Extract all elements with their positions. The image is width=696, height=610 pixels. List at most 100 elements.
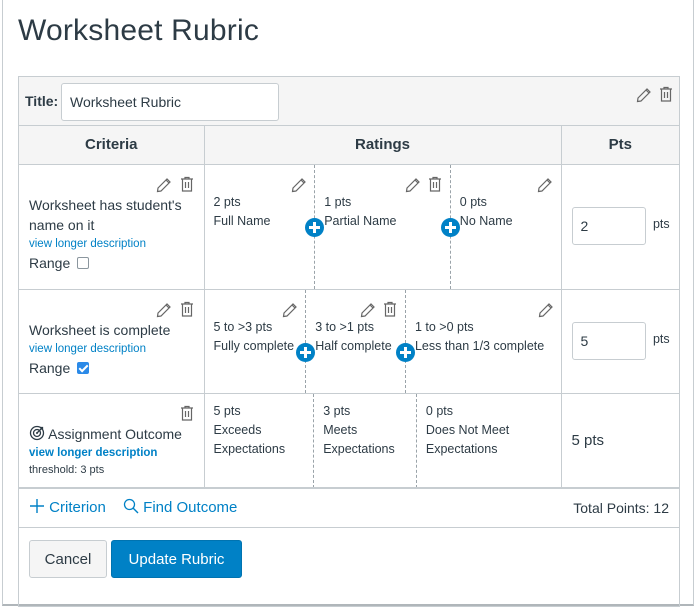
rubric-title-bar: Title: — [19, 77, 679, 126]
pencil-icon — [156, 177, 171, 192]
ratings-header: Ratings — [204, 126, 562, 165]
rating-points: 3 pts — [323, 403, 351, 418]
rating-points: 3 to >1 pts — [315, 319, 374, 334]
edit-rubric-button[interactable] — [635, 85, 653, 103]
edit-rating-button[interactable] — [537, 300, 555, 319]
view-longer-description-link[interactable]: view longer description — [29, 236, 196, 252]
rubric-editor: Title: Criteria Ratings Pts — [18, 76, 680, 528]
trash-icon — [383, 302, 396, 317]
outcome-row: Assignment Outcome view longer descripti… — [19, 393, 679, 489]
points-cell: pts — [561, 289, 679, 394]
view-longer-description-link[interactable]: view longer description — [29, 341, 196, 357]
add-criterion-label: Criterion — [49, 499, 106, 516]
delete-rubric-button[interactable] — [657, 85, 675, 103]
trash-icon — [660, 86, 672, 102]
criterion-description-cell: Worksheet is complete view longer descri… — [19, 289, 205, 394]
outcome-rating: 0 pts Does Not Meet Expectations — [417, 394, 561, 488]
edit-rating-button[interactable] — [290, 175, 308, 194]
view-longer-description-link[interactable]: view longer description — [29, 444, 196, 462]
range-label: Range — [29, 359, 71, 376]
outcome-description-cell: Assignment Outcome view longer descripti… — [19, 393, 205, 489]
add-rating-plus-icon[interactable] — [305, 217, 325, 237]
delete-rating-button[interactable] — [381, 300, 399, 319]
rating[interactable]: 1 pts Partial Name — [315, 164, 460, 289]
add-rating-plus-icon[interactable] — [395, 342, 415, 362]
rating-points: 5 to >3 pts — [213, 319, 273, 334]
rating-label: Less than 1/3 complete — [414, 338, 545, 353]
criterion-points-input[interactable] — [571, 206, 646, 245]
find-outcome-button[interactable]: Find Outcome — [123, 498, 237, 516]
outcome-points: 5 pts — [571, 431, 605, 449]
add-rating-plus-icon[interactable] — [296, 342, 316, 362]
rating-points: 1 to >0 pts — [414, 319, 474, 334]
rating-label: Fully complete — [213, 338, 295, 353]
rating[interactable]: 3 to >1 pts Half complete — [306, 289, 415, 393]
edit-rating-button[interactable] — [536, 175, 554, 194]
delete-rating-button[interactable] — [426, 175, 444, 194]
criteria-header: Criteria — [19, 126, 205, 165]
pencil-icon — [291, 178, 307, 193]
points-cell: pts — [561, 164, 679, 290]
find-outcome-label: Find Outcome — [143, 499, 238, 516]
rating-label: Exceeds Expectations — [213, 422, 286, 456]
cancel-button[interactable]: Cancel — [29, 540, 107, 578]
rubric-table: Criteria Ratings Pts Worksheet has stude… — [19, 126, 679, 489]
outcome-title: Assignment Outcome — [48, 425, 182, 442]
total-points: Total Points: 12 — [573, 500, 669, 516]
edit-criterion-button[interactable] — [155, 300, 173, 318]
range-checkbox[interactable] — [77, 256, 90, 269]
pencil-icon — [156, 302, 171, 317]
outcome-rating: 5 pts Exceeds Expectations — [205, 393, 315, 488]
title-label: Title: — [25, 93, 59, 109]
delete-outcome-button[interactable] — [178, 404, 196, 422]
rating-points: 0 pts — [459, 194, 487, 209]
rating[interactable]: 5 to >3 pts Fully complete — [205, 289, 316, 393]
rubric-actions — [635, 85, 675, 103]
trash-icon — [180, 176, 193, 192]
criterion-description: Worksheet is complete — [29, 321, 171, 338]
rating-points: 5 pts — [213, 403, 241, 418]
edit-rating-button[interactable] — [281, 300, 299, 319]
ratings-cell: 2 pts Full Name 1 pts Partial Name 0 pts… — [204, 164, 562, 290]
trash-icon — [180, 301, 193, 317]
rating[interactable]: 1 to >0 pts Less than 1/3 complete — [406, 290, 561, 393]
form-actions: Cancel Update Rubric — [18, 528, 680, 607]
rating-points: 0 pts — [425, 403, 453, 418]
rating-label: Does Not Meet Expectations — [425, 422, 510, 456]
criterion-row: Worksheet has student's name on it view … — [19, 164, 679, 290]
delete-criterion-button[interactable] — [178, 300, 196, 318]
points-cell: 5 pts — [561, 393, 679, 489]
pencil-icon — [538, 178, 553, 193]
rating-label: Meets Expectations — [323, 422, 395, 456]
rating-points: 2 pts — [213, 194, 241, 209]
rating-label: Partial Name — [324, 213, 397, 228]
page-title: Worksheet Rubric — [18, 14, 260, 47]
range-toggle: Range — [29, 252, 196, 274]
trash-icon — [180, 405, 193, 421]
rating[interactable]: 0 pts No Name — [451, 165, 561, 289]
edit-criterion-button[interactable] — [155, 175, 173, 193]
plus-icon — [30, 499, 44, 513]
criterion-row: Worksheet is complete view longer descri… — [19, 289, 679, 394]
edit-rating-button[interactable] — [359, 300, 377, 319]
pencil-icon — [283, 303, 298, 318]
ratings-cell: 5 to >3 pts Fully complete 3 to >1 pts H… — [204, 289, 562, 394]
rubric-title-input[interactable] — [61, 83, 279, 121]
add-criterion-button[interactable]: Criterion — [29, 498, 106, 516]
trash-icon — [428, 177, 441, 192]
criterion-points-input[interactable] — [571, 321, 646, 360]
range-checkbox[interactable] — [77, 361, 90, 374]
update-rubric-button[interactable]: Update Rubric — [111, 540, 242, 578]
add-rating-plus-icon[interactable] — [440, 217, 460, 237]
pencil-icon — [406, 178, 421, 193]
delete-criterion-button[interactable] — [178, 175, 196, 193]
range-label: Range — [29, 254, 71, 271]
pts-suffix: pts — [652, 216, 670, 231]
rating-label: No Name — [459, 213, 513, 228]
pts-suffix: pts — [652, 331, 670, 346]
outcome-rating: 3 pts Meets Expectations — [314, 393, 417, 488]
edit-rating-button[interactable] — [404, 175, 422, 194]
criterion-description-cell: Worksheet has student's name on it view … — [19, 164, 205, 290]
search-icon — [123, 498, 139, 514]
rating[interactable]: 2 pts Full Name — [205, 164, 325, 289]
